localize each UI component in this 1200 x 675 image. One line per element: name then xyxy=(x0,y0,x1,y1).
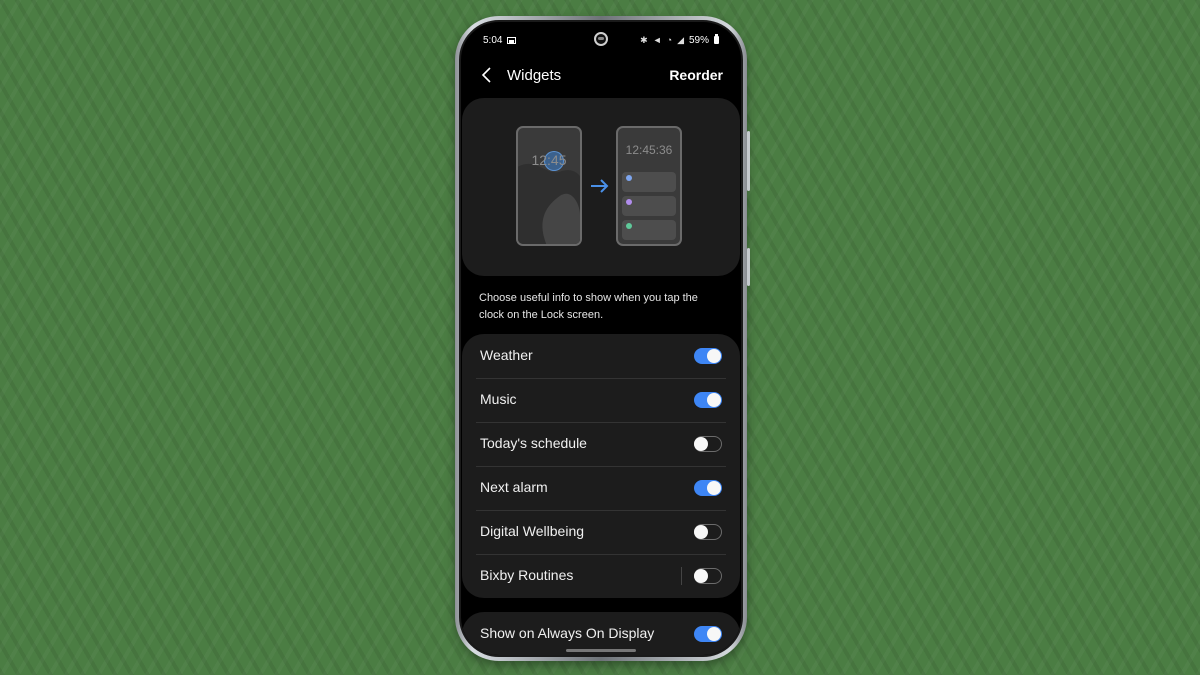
widget-placeholder xyxy=(622,172,676,192)
power-button xyxy=(747,248,750,286)
illustration-card: 12:45 12:45:36 xyxy=(462,98,740,276)
battery-percent: 59% xyxy=(688,34,709,46)
widget-dot xyxy=(626,199,632,205)
wifi-icon: ◔ xyxy=(666,35,673,45)
toggle-knob xyxy=(707,481,721,495)
widget-dot xyxy=(626,223,632,229)
signal-icon: ◢ xyxy=(677,34,684,45)
next-alarm-toggle[interactable] xyxy=(694,480,722,496)
toggle-knob xyxy=(707,349,721,363)
widget-label: Today's schedule xyxy=(480,434,587,451)
bluetooth-icon: ✱ xyxy=(640,34,648,45)
digital-wellbeing-toggle[interactable] xyxy=(694,524,722,540)
arrow-right-icon xyxy=(591,179,609,193)
page-title: Widgets xyxy=(507,66,562,84)
widget-row-bixby-routines[interactable]: Bixby Routines xyxy=(462,554,740,598)
widget-label: Weather xyxy=(480,346,533,363)
front-camera xyxy=(594,32,608,46)
after-clock: 12:45:36 xyxy=(625,143,673,157)
mute-icon: ◄ xyxy=(652,35,662,45)
lockscreen-before-illustration: 12:45 xyxy=(516,126,582,246)
toggle-knob xyxy=(694,525,708,539)
before-clock: 12:45 xyxy=(531,152,567,168)
row-divider xyxy=(681,567,682,585)
widget-row-music[interactable]: Music xyxy=(462,378,740,422)
widget-row-weather[interactable]: Weather xyxy=(462,334,740,378)
phone-screen: 5:04 ✱ ◄ ◔ ◢ 59% Widgets Reorder 12:45 1… xyxy=(459,20,743,657)
aod-label: Show on Always On Display xyxy=(480,624,655,641)
app-bar: Widgets Reorder xyxy=(461,60,741,90)
description-text: Choose useful info to show when you tap … xyxy=(479,292,698,321)
battery-icon xyxy=(714,34,719,44)
toggle-knob xyxy=(694,437,708,451)
gesture-bar[interactable] xyxy=(566,649,636,652)
widget-row-todays-schedule[interactable]: Today's schedule xyxy=(462,422,740,466)
music-toggle[interactable] xyxy=(694,392,722,408)
chevron-left-icon xyxy=(481,67,491,83)
widget-dot xyxy=(626,175,632,181)
reorder-button[interactable]: Reorder xyxy=(669,67,723,83)
widget-placeholder xyxy=(622,220,676,240)
status-time: 5:04 xyxy=(483,34,503,46)
widget-label: Music xyxy=(480,390,517,407)
weather-toggle[interactable] xyxy=(694,348,722,364)
widgets-list: Weather Music Today's schedule Next alar… xyxy=(462,334,740,598)
toggle-knob xyxy=(707,393,721,407)
lockscreen-after-illustration: 12:45:36 xyxy=(616,126,682,246)
back-button[interactable] xyxy=(475,63,499,87)
gallery-notification-icon xyxy=(507,36,517,44)
widget-label: Next alarm xyxy=(480,478,548,495)
bixby-routines-toggle[interactable] xyxy=(694,568,722,584)
wallpaper-wave xyxy=(518,163,580,244)
content: 12:45 12:45:36 Choose useful info to sho… xyxy=(461,98,741,655)
widget-row-next-alarm[interactable]: Next alarm xyxy=(462,466,740,510)
todays-schedule-toggle[interactable] xyxy=(694,436,722,452)
toggle-knob xyxy=(707,627,721,641)
phone-frame: 5:04 ✱ ◄ ◔ ◢ 59% Widgets Reorder 12:45 1… xyxy=(455,16,750,661)
toggle-knob xyxy=(694,569,708,583)
widget-label: Bixby Routines xyxy=(480,566,574,583)
volume-button xyxy=(747,131,750,191)
widget-placeholder xyxy=(622,196,676,216)
aod-toggle[interactable] xyxy=(694,626,722,642)
widget-row-digital-wellbeing[interactable]: Digital Wellbeing xyxy=(462,510,740,554)
widget-label: Digital Wellbeing xyxy=(480,522,585,539)
